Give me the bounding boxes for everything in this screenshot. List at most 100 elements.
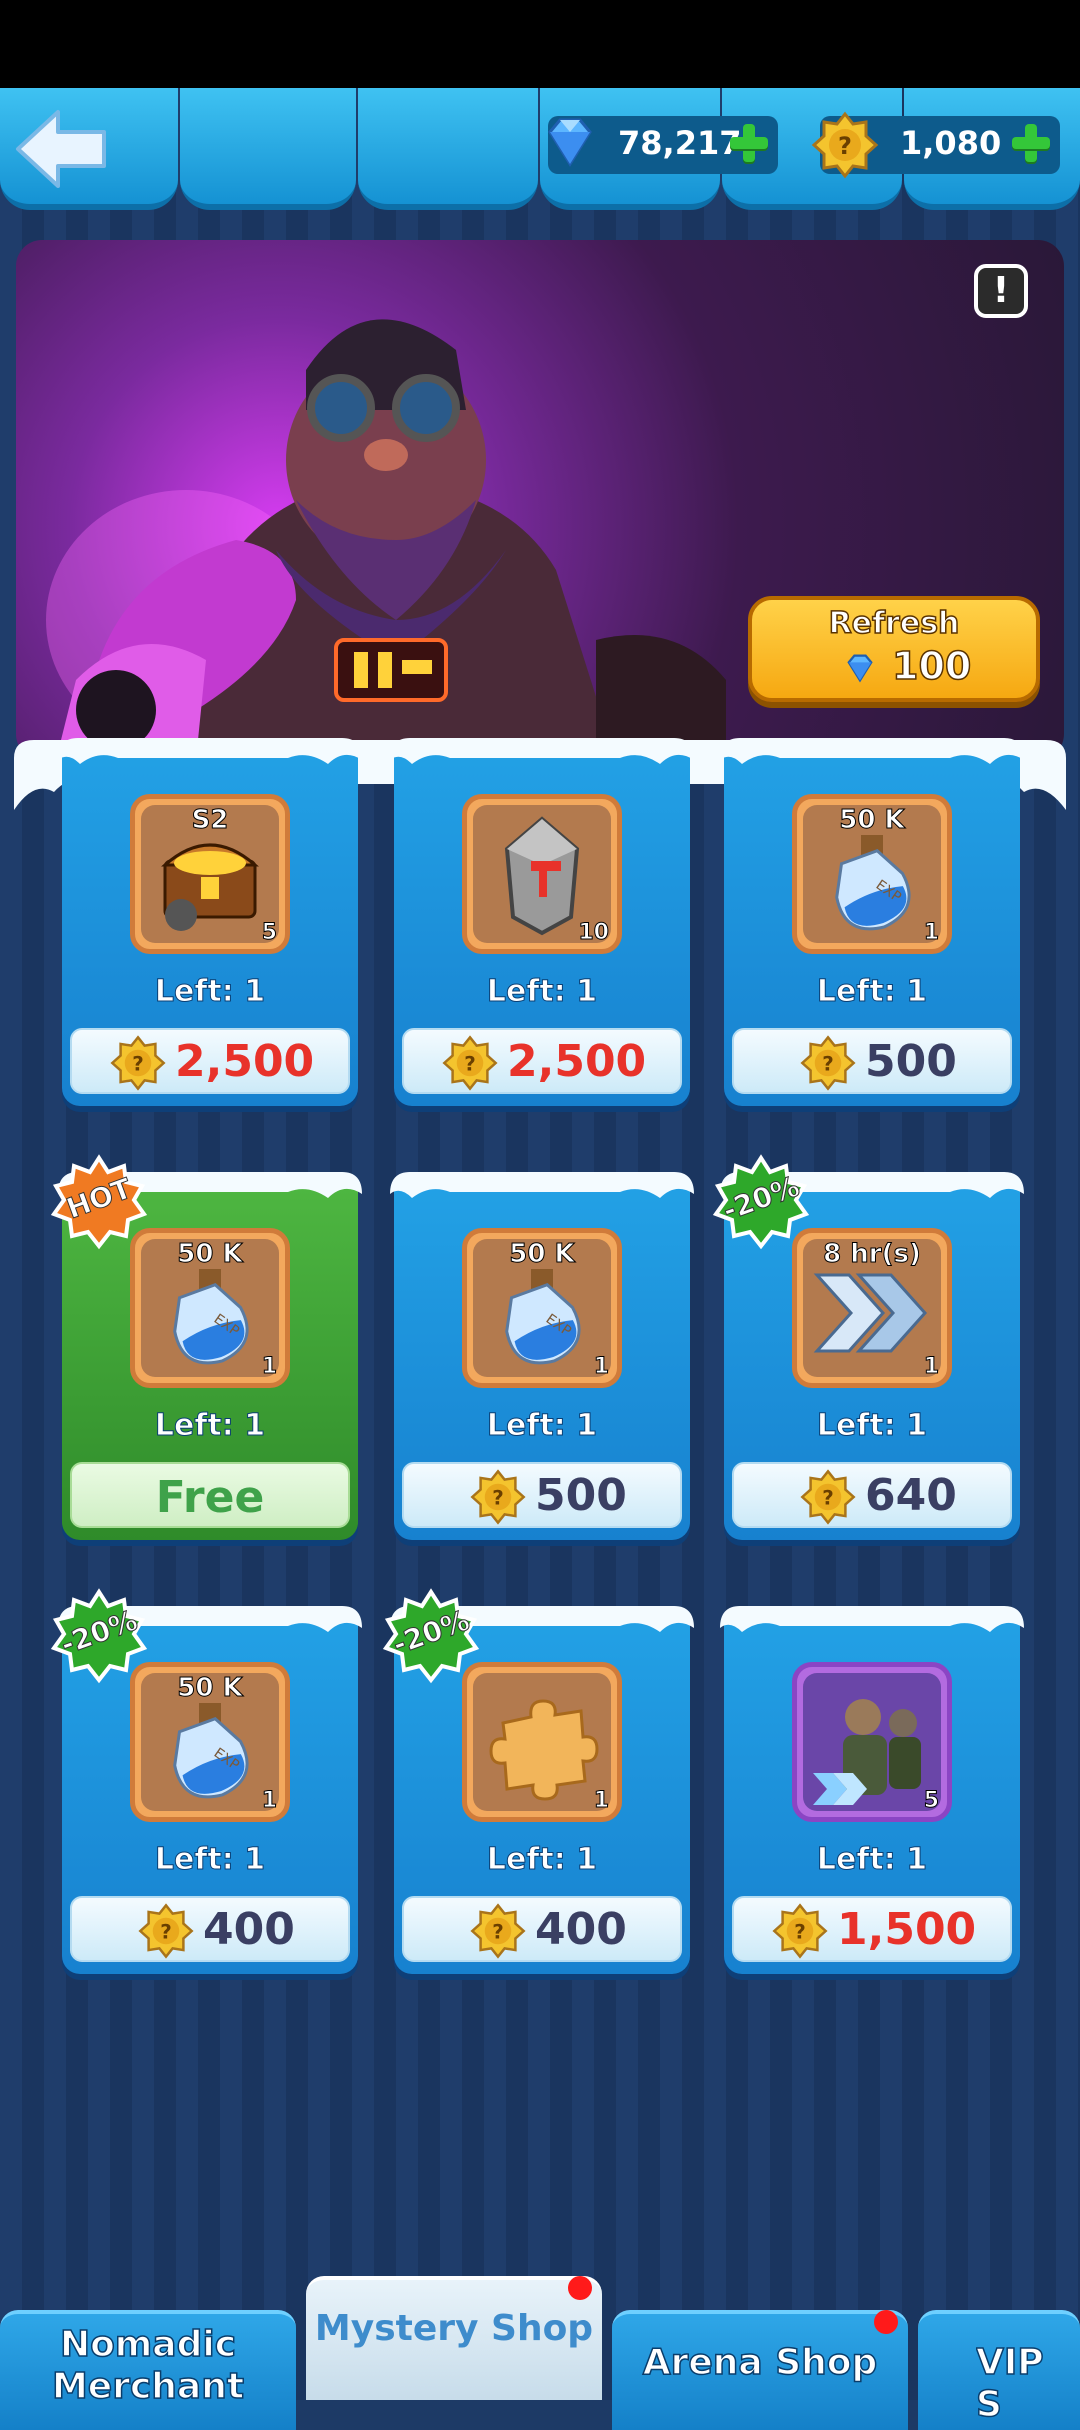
item-icon-frame: 5: [792, 1662, 952, 1822]
add-coins-button[interactable]: [1010, 122, 1052, 164]
buy-button[interactable]: ? 2,500: [70, 1028, 350, 1094]
price-value: 400: [203, 1904, 295, 1955]
buy-button[interactable]: ? 500: [732, 1028, 1012, 1094]
coin-amount: 1,080: [900, 124, 1002, 162]
shop-item-speed-up[interactable]: 8 hr(s) 1 Left: 1? 640 -20%: [712, 1154, 1024, 1540]
item-icon-frame: 10: [462, 794, 622, 954]
gold-badge-coin-icon: ?: [110, 1035, 166, 1091]
item-amount-label: 8 hr(s): [823, 1239, 922, 1270]
item-stock-left: Left: 1: [816, 974, 928, 1010]
diamond-icon: [847, 654, 873, 683]
svg-text:?: ?: [492, 1486, 504, 1509]
svg-text:?: ?: [794, 1920, 806, 1943]
tab-vip-shop[interactable]: VIP S: [918, 2310, 1080, 2430]
item-icon-frame: EXP 50 K1: [792, 794, 952, 954]
item-quantity: 1: [923, 1354, 939, 1380]
tab-label: Mystery Shop: [314, 2308, 594, 2349]
puzzle-piece-icon: [489, 1699, 599, 1801]
snow-cap-decoration: [390, 1172, 694, 1198]
item-icon-frame: S2 5: [130, 794, 290, 954]
buy-button[interactable]: ? 400: [402, 1896, 682, 1962]
gold-badge-coin-icon: ?: [800, 1469, 856, 1525]
shop-item-exp-potion[interactable]: EXP 50 K 1 Left: 1? 400 -20%: [50, 1588, 362, 1974]
buy-button[interactable]: ? 400: [70, 1896, 350, 1962]
snow-cap-decoration: [720, 1606, 1024, 1632]
price-value: 640: [865, 1470, 957, 1521]
info-icon: !: [992, 270, 1010, 311]
item-icon-background: [803, 1673, 941, 1811]
item-quantity: 1: [261, 1354, 277, 1380]
item-stock-left: Left: 1: [816, 1842, 928, 1878]
tab-label: Arena Shop: [642, 2341, 878, 2384]
buy-button[interactable]: ? 2,500: [402, 1028, 682, 1094]
snow-cap-decoration: [720, 738, 1024, 764]
refresh-button[interactable]: Refresh 100: [748, 596, 1040, 702]
gold-badge-coin-icon: ?: [470, 1903, 526, 1959]
buy-button[interactable]: ? 500: [402, 1462, 682, 1528]
item-quantity: 1: [593, 1788, 609, 1814]
item-stock-left: Left: 1: [816, 1408, 928, 1444]
merchant-character-image: [46, 319, 726, 760]
refresh-label: Refresh: [828, 605, 960, 642]
shop-item-forging-stone[interactable]: 10 Left: 1? 2,500: [390, 738, 694, 1106]
item-amount-label: S2: [191, 805, 229, 836]
shop-tab-bar: Nomadic Merchant Mystery Shop Arena Shop…: [0, 2274, 1080, 2430]
item-stock-left: Left: 1: [154, 1842, 266, 1878]
item-stock-left: Left: 1: [486, 1408, 598, 1444]
status-bar: [0, 0, 1080, 88]
info-button[interactable]: !: [974, 264, 1028, 318]
svg-text:?: ?: [822, 1052, 834, 1075]
svg-text:?: ?: [132, 1052, 144, 1075]
tab-label: Nomadic Merchant: [51, 2323, 245, 2408]
item-amount-label: 50 K: [839, 805, 905, 836]
item-quantity: 1: [261, 1788, 277, 1814]
buy-button[interactable]: ? 640: [732, 1462, 1012, 1528]
top-bar: 78,217 ? 1,080: [0, 88, 1080, 212]
buy-button[interactable]: ? 1,500: [732, 1896, 1012, 1962]
svg-text:?: ?: [492, 1920, 504, 1943]
shop-item-exp-potion[interactable]: EXP 50 K 1 Left: 1? 500: [720, 738, 1024, 1106]
price-value: 1,500: [837, 1904, 977, 1955]
item-quantity: 1: [923, 920, 939, 946]
hot-badge: HOT: [50, 1154, 148, 1252]
tab-nomadic-merchant[interactable]: Nomadic Merchant: [0, 2310, 296, 2430]
tab-arena-shop[interactable]: Arena Shop: [612, 2310, 908, 2430]
price-value: Free: [155, 1472, 265, 1523]
hero-troop-icon: [813, 1699, 921, 1805]
shop-item-exp-potion[interactable]: EXP 50 K 1 Left: 1 Free HOT: [50, 1154, 362, 1540]
gold-badge-coin-icon: ?: [800, 1035, 856, 1091]
back-arrow-icon: [16, 110, 106, 188]
price-value: 2,500: [507, 1036, 647, 1087]
item-quantity: 1: [593, 1354, 609, 1380]
discount-badge: -20%: [712, 1154, 810, 1252]
gem-amount: 78,217: [618, 124, 742, 162]
item-quantity: 10: [578, 920, 610, 946]
top-bar-segment: [180, 88, 356, 210]
back-button[interactable]: [12, 104, 112, 194]
coin-counter: ? 1,080: [811, 111, 1060, 179]
gold-badge-coin-icon: ?: [442, 1035, 498, 1091]
claim-free-button[interactable]: Free: [70, 1462, 350, 1528]
snow-cap-decoration: [58, 738, 362, 764]
gem-counter: 78,217: [548, 116, 778, 174]
svg-text:?: ?: [822, 1486, 834, 1509]
shop-item-season-2-treasure-chest[interactable]: S2 5 Left: 1? 2,500: [58, 738, 362, 1106]
notification-dot: [874, 2310, 898, 2334]
item-stock-left: Left: 1: [486, 1842, 598, 1878]
shop-item-exp-potion[interactable]: EXP 50 K 1 Left: 1? 500: [390, 1172, 694, 1540]
item-icon-background: [473, 1673, 611, 1811]
item-quantity: 5: [923, 1788, 939, 1814]
svg-text:?: ?: [838, 132, 852, 160]
item-icon-frame: 8 hr(s) 1: [792, 1228, 952, 1388]
price-value: 400: [535, 1904, 627, 1955]
tab-mystery-shop[interactable]: Mystery Shop: [306, 2276, 602, 2400]
item-icon-frame: EXP 50 K1: [130, 1228, 290, 1388]
shop-item-puzzle-piece[interactable]: 1 Left: 1? 400 -20%: [382, 1588, 694, 1974]
svg-text:?: ?: [160, 1920, 172, 1943]
tab-label: VIP S: [976, 2342, 1044, 2426]
shop-item-hero-troop-card[interactable]: 5 Left: 1? 1,500: [720, 1606, 1024, 1974]
add-gems-button[interactable]: [728, 122, 770, 164]
price-value: 2,500: [175, 1036, 315, 1087]
diamond-icon: [548, 118, 592, 167]
discount-badge: -20%: [50, 1588, 148, 1686]
